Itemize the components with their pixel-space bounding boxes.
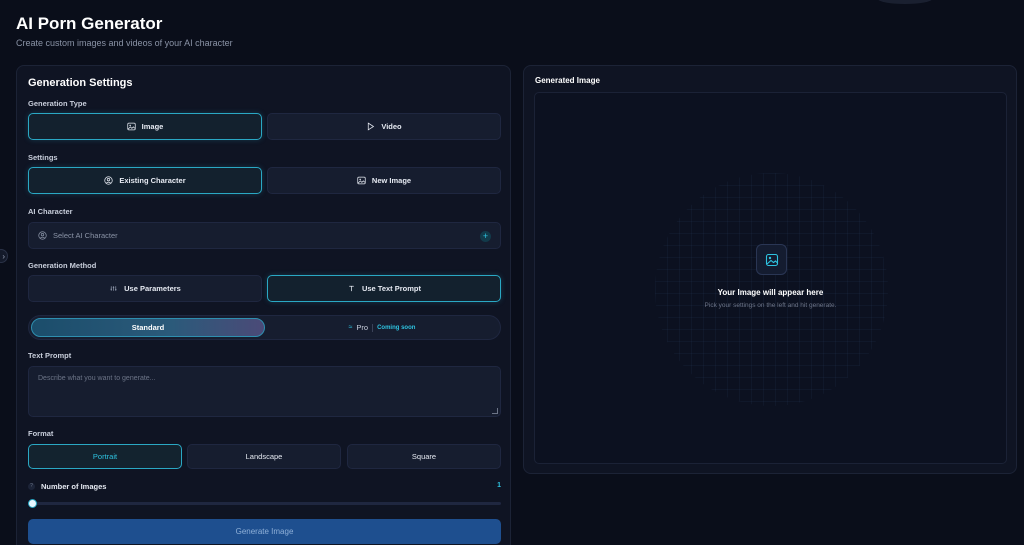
chevron-right-icon: › [2, 251, 5, 261]
page-subtitle: Create custom images and videos of your … [16, 38, 233, 48]
existing-character-button[interactable]: Existing Character [28, 167, 262, 194]
preview-empty-subtitle: Pick your settings on the left and hit g… [704, 302, 837, 309]
play-icon [366, 122, 375, 131]
number-of-images-row: ? Number of Images 1 [28, 482, 501, 492]
new-image-button[interactable]: New Image [267, 167, 501, 194]
number-of-images-value: 1 [497, 482, 501, 489]
sidebar-toggle-button[interactable]: › [0, 249, 8, 263]
number-of-images-slider[interactable] [28, 499, 501, 508]
ai-character-placeholder: Select AI Character [53, 231, 118, 240]
format-square-button[interactable]: Square [347, 444, 501, 469]
image-icon [127, 122, 136, 131]
format-label: Format [28, 429, 54, 438]
generated-image-panel: Generated Image Your Image will appear h… [523, 65, 1017, 474]
resize-grip-icon[interactable] [492, 408, 498, 414]
generation-type-label: Generation Type [28, 99, 87, 108]
type-image-button[interactable]: Image [28, 113, 262, 140]
coming-soon-badge: Coming soon [377, 324, 416, 331]
page-title: AI Porn Generator [16, 14, 163, 33]
text-icon [347, 284, 356, 293]
new-image-label: New Image [371, 176, 412, 185]
mode-pro-divider [372, 323, 374, 332]
mode-standard-label: Standard [131, 323, 165, 332]
existing-character-label: Existing Character [119, 176, 186, 185]
type-image-label: Image [141, 122, 164, 131]
slider-thumb[interactable] [28, 499, 37, 508]
settings-heading: Generation Settings [28, 77, 133, 89]
image-icon [357, 176, 366, 185]
user-circle-icon [104, 176, 113, 185]
preview-empty-title: Your Image will appear here [717, 288, 824, 297]
text-prompt-label: Text Prompt [28, 351, 72, 360]
use-parameters-button[interactable]: Use Parameters [28, 275, 262, 302]
mode-pro-label: Pro [356, 323, 369, 332]
use-parameters-label: Use Parameters [124, 284, 181, 293]
text-prompt-input[interactable]: Describe what you want to generate... [28, 366, 501, 417]
image-placeholder-icon [756, 244, 787, 275]
type-video-button[interactable]: Video [267, 113, 501, 140]
format-landscape-button[interactable]: Landscape [187, 444, 341, 469]
image-preview-area: Your Image will appear here Pick your se… [534, 92, 1007, 464]
type-video-label: Video [381, 122, 402, 131]
use-text-prompt-label: Use Text Prompt [361, 284, 422, 293]
quality-mode-toggle: Standard ≈ Pro Coming soon [28, 315, 501, 340]
user-circle-icon [38, 231, 47, 240]
help-icon[interactable]: ? [28, 483, 35, 490]
generate-image-button[interactable]: Generate Image [28, 519, 501, 544]
plus-icon: + [482, 231, 489, 241]
sliders-icon [109, 284, 118, 293]
mode-pro-button[interactable]: ≈ Pro Coming soon [265, 318, 499, 337]
settings-label: Settings [28, 153, 58, 162]
generation-method-label: Generation Method [28, 261, 97, 270]
mode-standard-button[interactable]: Standard [31, 318, 265, 337]
ai-character-label: AI Character [28, 207, 73, 216]
text-prompt-placeholder: Describe what you want to generate... [38, 375, 156, 382]
ai-character-select[interactable]: Select AI Character + [28, 222, 501, 249]
use-text-prompt-button[interactable]: Use Text Prompt [267, 275, 501, 302]
generation-settings-panel: Generation Settings Generation Type Imag… [16, 65, 511, 545]
top-glow-decoration [878, 0, 932, 4]
number-of-images-label: Number of Images [41, 482, 107, 491]
pro-sparkle-icon: ≈ [348, 324, 353, 331]
add-character-button[interactable]: + [480, 231, 491, 242]
generated-image-heading: Generated Image [535, 76, 600, 85]
format-portrait-button[interactable]: Portrait [28, 444, 182, 469]
